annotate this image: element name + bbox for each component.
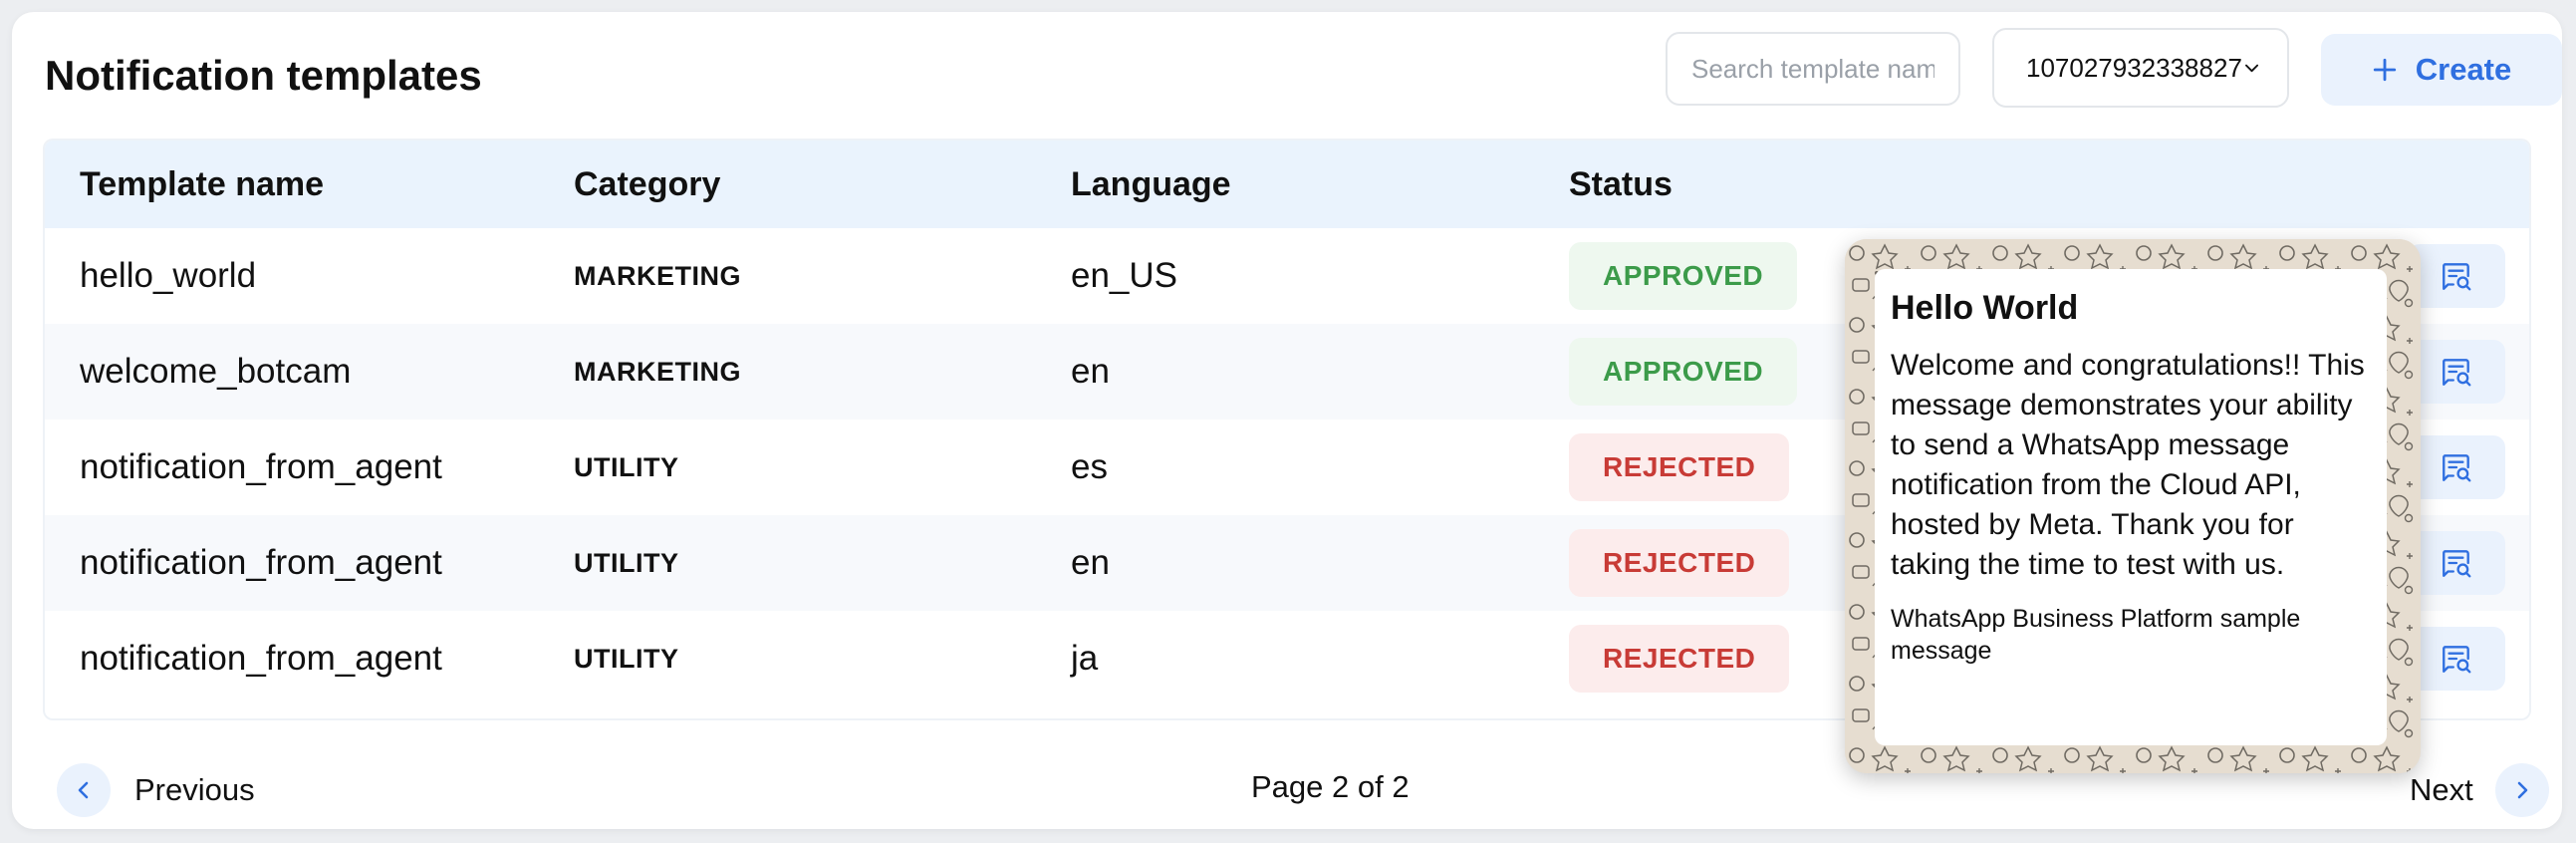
chevron-down-icon [2244, 64, 2258, 73]
template-category: MARKETING [574, 261, 741, 291]
template-category: UTILITY [574, 644, 679, 674]
previous-label: Previous [134, 772, 255, 807]
template-name: welcome_botcam [80, 352, 352, 391]
templates-card: Notification templates 107027932338827 C… [12, 12, 2562, 829]
preview-footer: WhatsApp Business Platform sample messag… [1891, 605, 2301, 665]
template-category: UTILITY [574, 452, 679, 482]
column-header-language: Language [1071, 165, 1231, 203]
template-language: en [1071, 352, 1110, 391]
template-name: notification_from_agent [80, 447, 442, 486]
message-search-icon [2443, 454, 2471, 482]
template-language: en [1071, 543, 1110, 582]
next-page-button[interactable]: Next [2410, 763, 2549, 817]
template-category: MARKETING [574, 357, 741, 387]
search-input[interactable] [1666, 32, 1960, 106]
previous-circle [57, 763, 111, 817]
next-circle [2494, 763, 2549, 817]
template-name: notification_from_agent [80, 543, 442, 582]
message-search-icon [2443, 359, 2471, 387]
account-select-value: 107027932338827 [2026, 52, 2242, 83]
status-badge: APPROVED [1569, 242, 1798, 310]
template-preview-popup: Hello World Welcome and congratulations!… [1845, 239, 2421, 773]
message-bubble: Hello World Welcome and congratulations!… [1875, 269, 2387, 745]
next-label: Next [2410, 772, 2473, 807]
template-category: UTILITY [574, 548, 679, 578]
template-language: es [1071, 447, 1108, 486]
account-select[interactable]: 107027932338827 [1992, 28, 2289, 108]
page-indicator: Page 2 of 2 [1251, 769, 1410, 804]
column-header-template-name: Template name [80, 165, 325, 203]
plus-icon [2373, 58, 2396, 82]
preview-button[interactable] [2408, 244, 2505, 308]
column-header-category: Category [574, 165, 721, 203]
previous-page-button[interactable]: Previous [57, 763, 255, 817]
status-badge: REJECTED [1569, 529, 1790, 597]
page-title: Notification templates [45, 52, 482, 99]
column-header-status: Status [1569, 165, 1673, 203]
preview-button[interactable] [2408, 627, 2505, 691]
preview-header: Hello World [1891, 289, 2079, 327]
status-badge: REJECTED [1569, 625, 1790, 693]
preview-button[interactable] [2408, 340, 2505, 404]
status-badge: REJECTED [1569, 433, 1790, 501]
status-badge: APPROVED [1569, 338, 1798, 406]
message-search-icon [2443, 263, 2471, 291]
preview-body: Welcome and congratulations!! This messa… [1891, 349, 2365, 581]
chevron-right-icon [2517, 781, 2528, 799]
message-search-icon [2443, 550, 2471, 578]
template-name: hello_world [80, 256, 257, 295]
create-button[interactable]: Create [2321, 34, 2562, 106]
template-language: en_US [1071, 256, 1178, 295]
create-button-label: Create [2415, 52, 2512, 87]
template-name: notification_from_agent [80, 639, 442, 678]
message-search-icon [2443, 646, 2471, 674]
table-header: Template name Category Language Status [45, 140, 2529, 228]
chevron-left-icon [78, 781, 89, 799]
preview-button[interactable] [2408, 435, 2505, 499]
preview-button[interactable] [2408, 531, 2505, 595]
template-language: ja [1071, 639, 1099, 678]
